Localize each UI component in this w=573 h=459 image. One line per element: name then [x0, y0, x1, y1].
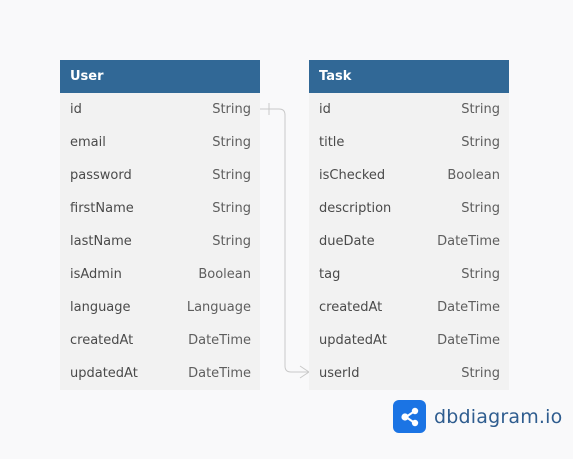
field-name: isChecked	[319, 168, 386, 183]
field-name: firstName	[70, 201, 134, 216]
field-type: String	[461, 201, 500, 216]
field-type: DateTime	[188, 366, 251, 381]
field-type: DateTime	[188, 333, 251, 348]
field-row-task-id[interactable]: id String	[309, 93, 509, 126]
field-name: updatedAt	[319, 333, 387, 348]
field-name: id	[70, 102, 82, 117]
field-name: userId	[319, 366, 360, 381]
table-task[interactable]: Task id String title String isChecked Bo…	[309, 60, 509, 390]
field-type: DateTime	[437, 333, 500, 348]
field-row-user-updatedat[interactable]: updatedAt DateTime	[60, 357, 260, 390]
field-type: String	[212, 234, 251, 249]
field-row-task-tag[interactable]: tag String	[309, 258, 509, 291]
field-row-task-description[interactable]: description String	[309, 192, 509, 225]
field-name: dueDate	[319, 234, 375, 249]
field-name: tag	[319, 267, 341, 282]
field-name: createdAt	[319, 300, 383, 315]
field-row-task-updatedat[interactable]: updatedAt DateTime	[309, 324, 509, 357]
field-type: String	[212, 135, 251, 150]
field-type: DateTime	[437, 234, 500, 249]
field-name: createdAt	[70, 333, 134, 348]
field-type: String	[212, 102, 251, 117]
share-nodes-icon	[393, 400, 426, 433]
field-row-user-password[interactable]: password String	[60, 159, 260, 192]
field-row-user-language[interactable]: language Language	[60, 291, 260, 324]
field-row-task-ischecked[interactable]: isChecked Boolean	[309, 159, 509, 192]
field-row-task-title[interactable]: title String	[309, 126, 509, 159]
field-row-user-isadmin[interactable]: isAdmin Boolean	[60, 258, 260, 291]
field-name: id	[319, 102, 331, 117]
many-cardinality-marker	[299, 365, 310, 379]
field-name: email	[70, 135, 106, 150]
field-type: String	[461, 102, 500, 117]
field-row-user-createdat[interactable]: createdAt DateTime	[60, 324, 260, 357]
field-row-task-userid[interactable]: userId String	[309, 357, 509, 390]
field-type: String	[212, 201, 251, 216]
field-type: String	[212, 168, 251, 183]
field-type: String	[461, 267, 500, 282]
field-type: DateTime	[437, 300, 500, 315]
field-name: password	[70, 168, 132, 183]
field-name: updatedAt	[70, 366, 138, 381]
field-name: language	[70, 300, 131, 315]
field-row-task-duedate[interactable]: dueDate DateTime	[309, 225, 509, 258]
field-row-user-firstname[interactable]: firstName String	[60, 192, 260, 225]
table-user-fields: id String email String password String f…	[60, 93, 260, 390]
field-row-user-id[interactable]: id String	[60, 93, 260, 126]
table-user[interactable]: User id String email String password Str…	[60, 60, 260, 390]
field-type: String	[461, 135, 500, 150]
brand-watermark[interactable]: dbdiagram.io	[393, 400, 562, 433]
field-row-user-lastname[interactable]: lastName String	[60, 225, 260, 258]
field-type: Boolean	[198, 267, 251, 282]
field-name: isAdmin	[70, 267, 122, 282]
relationship-line	[260, 108, 309, 373]
table-task-fields: id String title String isChecked Boolean…	[309, 93, 509, 390]
field-row-user-email[interactable]: email String	[60, 126, 260, 159]
field-type: Language	[186, 300, 251, 315]
field-type: String	[461, 366, 500, 381]
field-name: title	[319, 135, 345, 150]
field-name: lastName	[70, 234, 132, 249]
diagram-canvas: User id String email String password Str…	[0, 0, 573, 459]
table-header-user[interactable]: User	[60, 60, 260, 93]
field-type: Boolean	[447, 168, 500, 183]
field-row-task-createdat[interactable]: createdAt DateTime	[309, 291, 509, 324]
field-name: description	[319, 201, 392, 216]
table-header-task[interactable]: Task	[309, 60, 509, 93]
brand-text: dbdiagram.io	[434, 405, 563, 428]
